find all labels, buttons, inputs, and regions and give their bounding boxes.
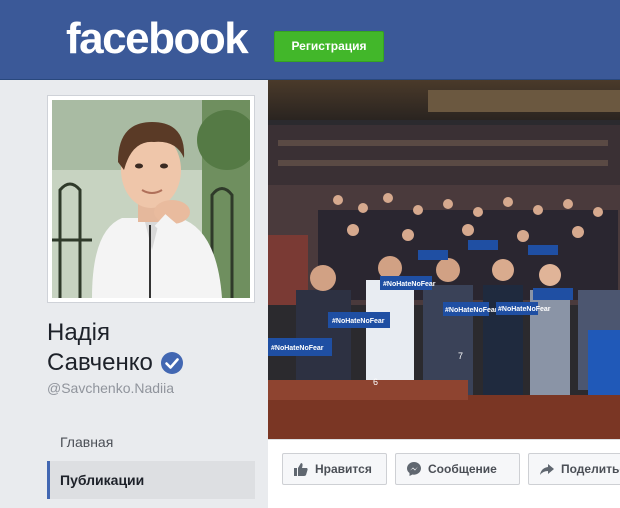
page-name-line2-wrap: Савченко <box>47 348 184 378</box>
page-name-line2: Савченко <box>47 349 153 376</box>
like-button[interactable]: Нравится <box>282 453 387 485</box>
sign-text: #NoHateNoFear <box>271 345 324 352</box>
profile-picture-frame[interactable] <box>47 95 255 303</box>
facebook-logo[interactable]: facebook <box>66 14 249 64</box>
page-nav: Главная Публикации <box>47 423 255 499</box>
register-button[interactable]: Регистрация <box>274 31 384 62</box>
thumbs-up-icon <box>293 461 309 477</box>
sign-text: #NoHateNoFear <box>498 306 551 313</box>
nav-item-posts[interactable]: Публикации <box>47 461 255 499</box>
page-username: @Savchenko.Nadiia <box>47 380 175 396</box>
seat-number: 6 <box>373 377 378 387</box>
message-label: Сообщение <box>428 462 497 476</box>
sign-text: #NoHateNoFear <box>445 307 498 314</box>
sign-text: #NoHateNoFear <box>332 318 385 325</box>
page-action-bar: Нравится Сообщение Поделиться <box>268 439 620 508</box>
messenger-icon <box>406 461 422 477</box>
share-arrow-icon <box>539 461 555 477</box>
nav-item-home[interactable]: Главная <box>47 423 255 461</box>
seat-number: 7 <box>458 351 463 361</box>
share-button[interactable]: Поделиться <box>528 453 620 485</box>
profile-picture <box>52 100 250 298</box>
cover-photo[interactable]: #NoHateNoFear #NoHateNoFear #NoHateNoFea… <box>268 80 620 439</box>
message-button[interactable]: Сообщение <box>395 453 520 485</box>
like-label: Нравится <box>315 462 372 476</box>
verified-badge-icon <box>160 351 184 375</box>
sign-text: #NoHateNoFear <box>383 281 436 288</box>
top-bar: facebook Регистрация <box>0 0 620 80</box>
share-label: Поделиться <box>561 462 620 476</box>
page-name-line1: Надія <box>47 319 111 346</box>
page-name: Надія Савченко <box>47 318 184 378</box>
